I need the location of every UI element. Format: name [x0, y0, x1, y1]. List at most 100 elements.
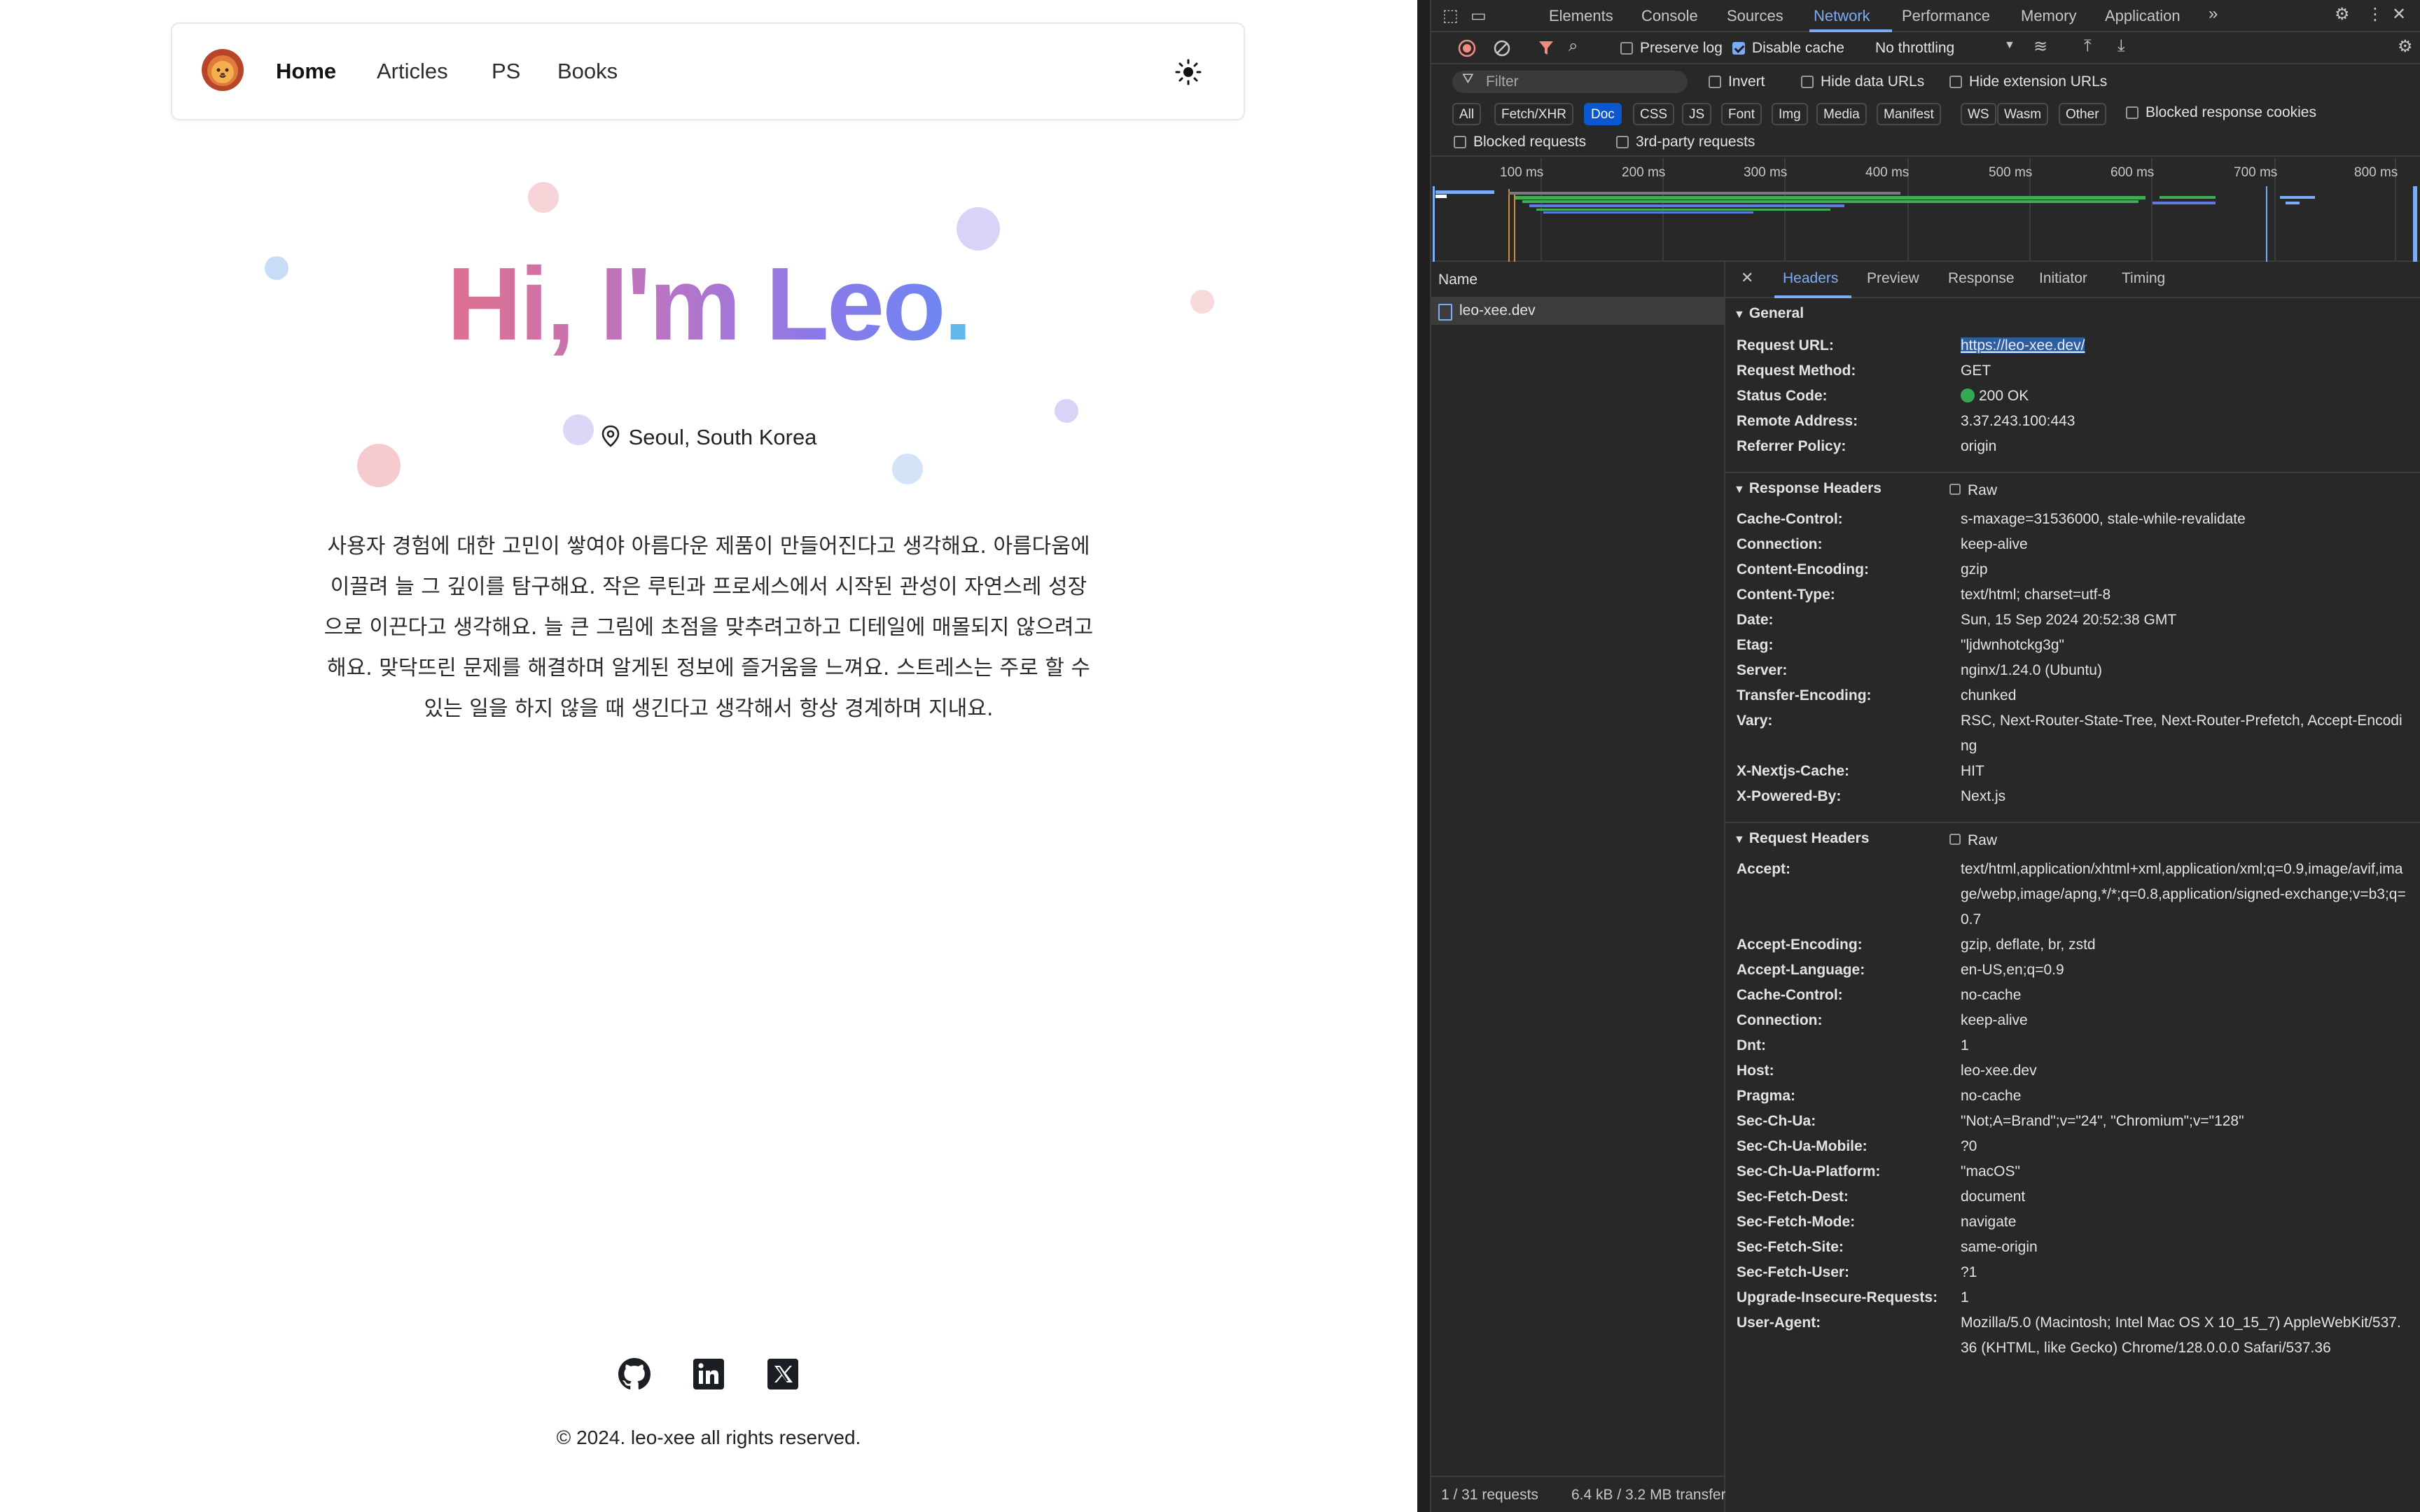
filter-input[interactable]: [1452, 71, 1688, 93]
throttling-select[interactable]: No throttling: [1875, 40, 1954, 57]
header-value[interactable]: no-cache: [1961, 1084, 2409, 1109]
tab-network[interactable]: Network: [1814, 7, 1870, 25]
raw-checkbox[interactable]: [1949, 484, 1961, 495]
request-url-link[interactable]: https://leo-xee.dev/: [1961, 337, 2085, 354]
filter-type-js[interactable]: JS: [1682, 103, 1712, 125]
header-value[interactable]: gzip, deflate, br, zstd: [1961, 932, 2409, 958]
network-conditions-icon[interactable]: ≋: [2033, 36, 2047, 57]
header-value[interactable]: 3.37.243.100:443: [1961, 409, 2409, 434]
panel-splitter[interactable]: [1417, 0, 1431, 1512]
request-row[interactable]: leo-xee.dev: [1431, 298, 1725, 325]
tab-initiator[interactable]: Initiator: [2039, 270, 2087, 287]
record-icon[interactable]: [1458, 39, 1476, 57]
section-request-headers[interactable]: ▼ Request Headers Raw: [1725, 822, 2420, 857]
header-value[interactable]: leo-xee.dev: [1961, 1058, 2409, 1084]
tab-sources[interactable]: Sources: [1727, 7, 1783, 25]
tab-performance[interactable]: Performance: [1902, 7, 1990, 25]
header-value[interactable]: 1: [1961, 1033, 2409, 1058]
header-value[interactable]: "ljdwnhotckg3g": [1961, 633, 2409, 658]
nav-home[interactable]: Home: [276, 59, 336, 84]
header-value[interactable]: ?1: [1961, 1260, 2409, 1285]
gear-icon[interactable]: ⚙: [2335, 4, 2350, 24]
third-party-checkbox[interactable]: [1616, 136, 1629, 148]
header-value[interactable]: ?0: [1961, 1134, 2409, 1159]
clear-icon[interactable]: [1493, 39, 1511, 57]
filter-type-all[interactable]: All: [1452, 103, 1482, 125]
filter-type-ws[interactable]: WS: [1961, 103, 1996, 125]
blocked-response-cookies-checkbox[interactable]: [2126, 106, 2139, 119]
header-value[interactable]: no-cache: [1961, 983, 2409, 1008]
blocked-requests-checkbox[interactable]: [1454, 136, 1466, 148]
lion-logo-icon[interactable]: [200, 48, 245, 92]
tab-headers[interactable]: Headers: [1783, 270, 1838, 287]
header-value[interactable]: gzip: [1961, 557, 2409, 582]
header-value[interactable]: "Not;A=Brand";v="24", "Chromium";v="128": [1961, 1109, 2409, 1134]
header-value[interactable]: Next.js: [1961, 784, 2409, 809]
nav-ps[interactable]: PS: [492, 59, 520, 84]
network-overview-timeline[interactable]: 100 ms 200 ms 300 ms 400 ms 500 ms 600 m…: [1431, 158, 2420, 262]
header-value[interactable]: keep-alive: [1961, 532, 2409, 557]
close-icon[interactable]: ✕: [2392, 4, 2406, 24]
x-icon[interactable]: [767, 1358, 799, 1390]
header-value[interactable]: 1: [1961, 1285, 2409, 1310]
header-value[interactable]: origin: [1961, 434, 2409, 459]
filter-type-img[interactable]: Img: [1772, 103, 1808, 125]
header-value[interactable]: document: [1961, 1184, 2409, 1210]
chevron-down-icon[interactable]: ▼: [2004, 39, 2015, 52]
hide-extension-urls-checkbox[interactable]: [1949, 76, 1962, 88]
header-value[interactable]: RSC, Next-Router-State-Tree, Next-Router…: [1961, 708, 2409, 759]
filter-type-font[interactable]: Font: [1721, 103, 1762, 125]
nav-articles[interactable]: Articles: [377, 59, 448, 84]
kebab-menu-icon[interactable]: ⋮: [2367, 4, 2384, 24]
header-value[interactable]: chunked: [1961, 683, 2409, 708]
name-column-header[interactable]: Name: [1431, 262, 1725, 298]
device-toolbar-icon[interactable]: ▭: [1470, 6, 1487, 26]
header-value[interactable]: https://leo-xee.dev/: [1961, 333, 2409, 358]
filter-type-other[interactable]: Other: [2059, 103, 2106, 125]
header-value[interactable]: keep-alive: [1961, 1008, 2409, 1033]
tab-application[interactable]: Application: [2105, 7, 2181, 25]
github-icon[interactable]: [618, 1358, 651, 1390]
header-value[interactable]: text/html,application/xhtml+xml,applicat…: [1961, 857, 2409, 932]
close-details-icon[interactable]: ✕: [1741, 269, 1753, 287]
filter-type-css[interactable]: CSS: [1633, 103, 1675, 125]
filter-funnel-icon[interactable]: [1538, 39, 1555, 57]
invert-checkbox[interactable]: [1709, 76, 1721, 88]
section-general[interactable]: ▼ General: [1725, 298, 2420, 333]
inspect-element-icon[interactable]: ⬚: [1442, 6, 1459, 26]
header-value[interactable]: same-origin: [1961, 1235, 2409, 1260]
filter-type-manifest[interactable]: Manifest: [1877, 103, 1941, 125]
sun-icon[interactable]: [1172, 56, 1204, 88]
network-settings-icon[interactable]: ⚙: [2398, 36, 2413, 57]
header-value[interactable]: 200 OK: [1961, 384, 2409, 409]
tab-response[interactable]: Response: [1948, 270, 2015, 287]
header-value[interactable]: s-maxage=31536000, stale-while-revalidat…: [1961, 507, 2409, 532]
preserve-log-checkbox[interactable]: [1620, 42, 1633, 55]
search-icon[interactable]: ⌕: [1569, 36, 1578, 56]
tab-console[interactable]: Console: [1641, 7, 1698, 25]
raw-checkbox[interactable]: [1949, 834, 1961, 845]
tab-elements[interactable]: Elements: [1549, 7, 1613, 25]
disable-cache-checkbox[interactable]: [1732, 42, 1745, 55]
hide-data-urls-checkbox[interactable]: [1801, 76, 1814, 88]
more-tabs-icon[interactable]: »: [2209, 4, 2218, 24]
tab-timing[interactable]: Timing: [2122, 270, 2165, 287]
header-value[interactable]: text/html; charset=utf-8: [1961, 582, 2409, 608]
header-value[interactable]: GET: [1961, 358, 2409, 384]
header-value[interactable]: "macOS": [1961, 1159, 2409, 1184]
filter-type-doc[interactable]: Doc: [1584, 103, 1622, 125]
header-value[interactable]: nginx/1.24.0 (Ubuntu): [1961, 658, 2409, 683]
export-har-icon[interactable]: ⤓: [2118, 36, 2125, 56]
filter-type-wasm[interactable]: Wasm: [1997, 103, 2049, 125]
filter-type-media[interactable]: Media: [1816, 103, 1867, 125]
header-value[interactable]: HIT: [1961, 759, 2409, 784]
header-value[interactable]: en-US,en;q=0.9: [1961, 958, 2409, 983]
header-value[interactable]: Sun, 15 Sep 2024 20:52:38 GMT: [1961, 608, 2409, 633]
header-value[interactable]: navigate: [1961, 1210, 2409, 1235]
import-har-icon[interactable]: ⤒: [2084, 36, 2092, 56]
nav-books[interactable]: Books: [557, 59, 618, 84]
linkedin-icon[interactable]: [693, 1358, 725, 1390]
header-value[interactable]: Mozilla/5.0 (Macintosh; Intel Mac OS X 1…: [1961, 1310, 2409, 1361]
tab-preview[interactable]: Preview: [1867, 270, 1919, 287]
section-response-headers[interactable]: ▼ Response Headers Raw: [1725, 472, 2420, 507]
